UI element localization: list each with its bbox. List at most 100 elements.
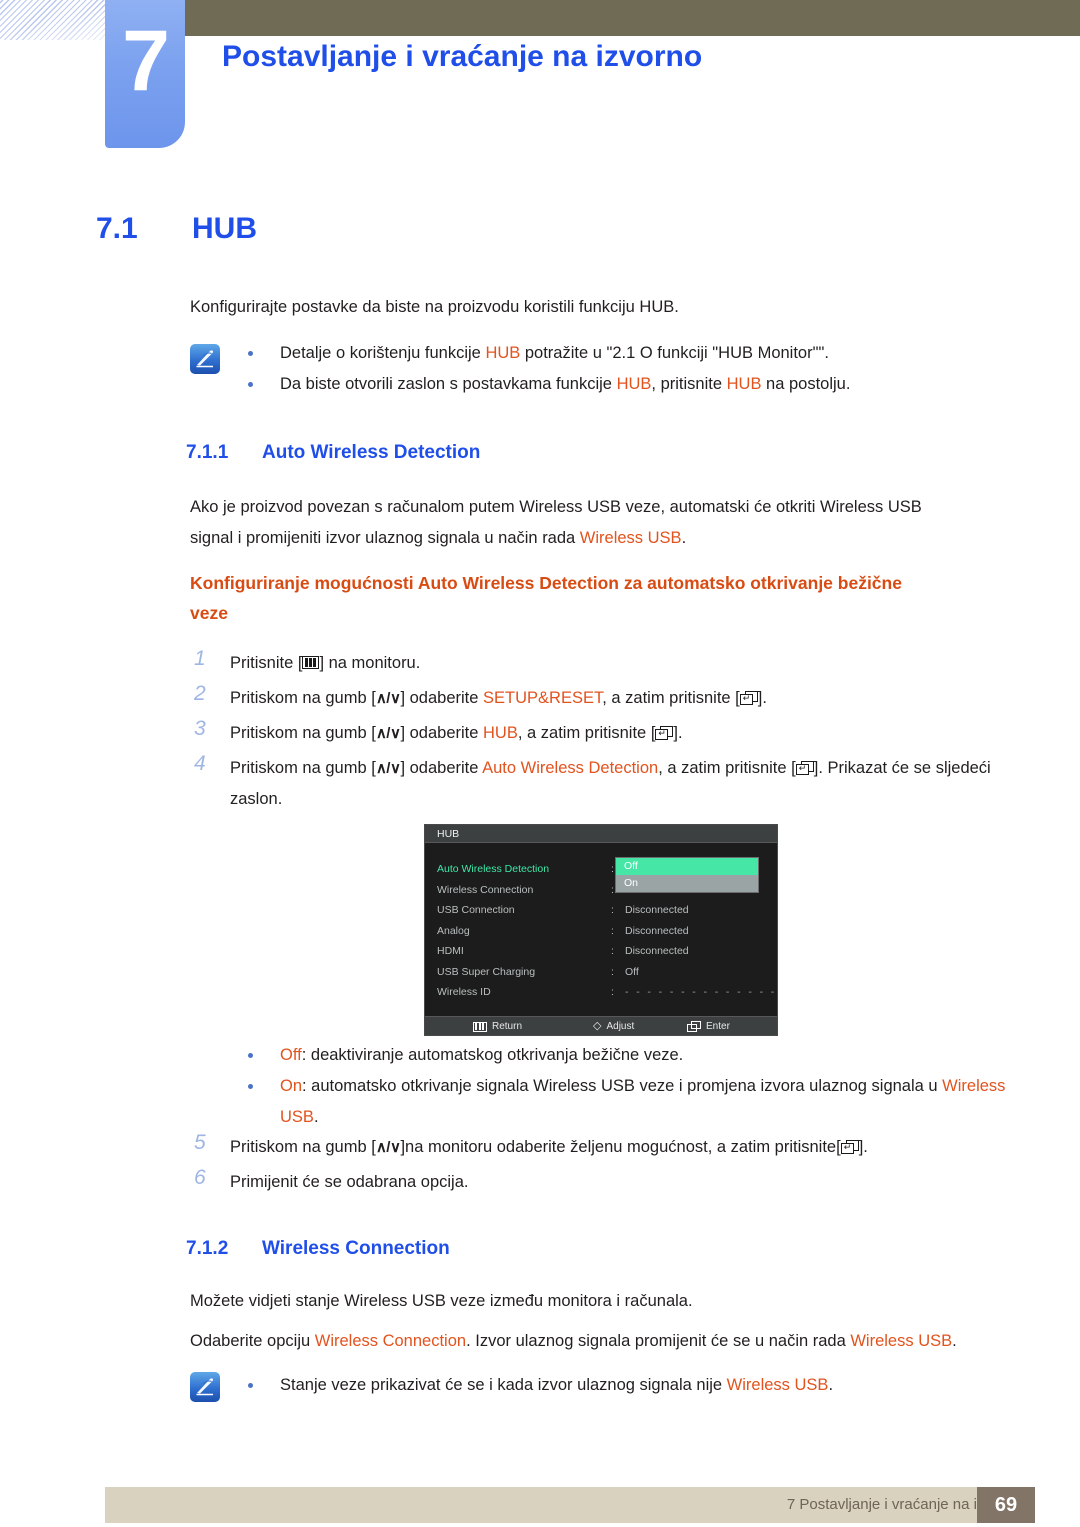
osd-row-colon: : xyxy=(611,883,614,896)
osd-row-colon: : xyxy=(611,986,614,998)
sub2-para-b-hl2: Wireless USB xyxy=(850,1332,953,1350)
bullet-text-highlight: HUB xyxy=(616,375,652,393)
osd-footer-enter-label: Enter xyxy=(706,1021,730,1032)
numbered-steps-5-6: 5 Pritiskom na gumb [∧/∨]na monitoru oda… xyxy=(186,1131,1016,1202)
numbered-steps-1-4: 1 Pritisnite [] na monitoru. 2 Pritiskom… xyxy=(186,647,1016,819)
osd-row[interactable]: Analog : Disconnected xyxy=(425,921,777,942)
sub1-para-line2-post: . xyxy=(681,529,687,547)
list-item: Da biste otvorili zaslon s postavkama fu… xyxy=(240,369,1010,400)
osd-row[interactable]: HDMI : Disconnected xyxy=(425,941,777,962)
step-item: 1 Pritisnite [] na monitoru. xyxy=(186,647,1016,679)
osd-footer-bar: Return ◇ Adjust Enter xyxy=(425,1016,777,1035)
bullet-text-highlight-2: HUB xyxy=(726,375,762,393)
osd-menu-screenshot: HUB Auto Wireless Detection : Wireless C… xyxy=(424,824,778,1036)
step-text: Pritiskom na gumb [∧/∨]na monitoru odabe… xyxy=(230,1138,868,1156)
osd-row-label: Wireless ID xyxy=(437,986,491,998)
sub1-para-line2-pre: signal i promijeniti izvor ulaznog signa… xyxy=(190,529,580,547)
note-pen-icon xyxy=(190,1372,220,1402)
step-number: 6 xyxy=(194,1166,206,1189)
osd-row-label: Wireless Connection xyxy=(437,883,534,896)
step-number: 1 xyxy=(194,647,206,670)
sub2-paragraph-a: Možete vidjeti stanje Wireless USB veze … xyxy=(190,1292,693,1310)
step-text: Primijenit će se odabrana opcija. xyxy=(230,1173,469,1191)
osd-footer-adjust-label: Adjust xyxy=(606,1021,635,1032)
sub2-para-b-pre: Odaberite opciju xyxy=(190,1332,315,1350)
osd-option-popup[interactable]: Off On xyxy=(615,857,759,893)
osd-row[interactable]: USB Super Charging : Off xyxy=(425,962,777,983)
step-text: Pritiskom na gumb [∧/∨] odaberite Auto W… xyxy=(230,759,991,808)
option-on-label: On xyxy=(280,1077,303,1095)
step-text: Pritiskom na gumb [∧/∨] odaberite SETUP&… xyxy=(230,689,767,707)
section-title: HUB xyxy=(192,212,257,245)
orange-subheading-line2: veze xyxy=(190,603,228,623)
sub2-paragraph-b: Odaberite opciju Wireless Connection. Iz… xyxy=(190,1326,1030,1357)
osd-footer-enter[interactable]: Enter xyxy=(687,1017,730,1035)
osd-footer-return[interactable]: Return xyxy=(473,1017,522,1035)
note-bullet-list-2: Stanje veze prikazivat će se i kada izvo… xyxy=(240,1370,1020,1401)
enter-icon: ↵ xyxy=(795,761,814,775)
step-highlight: Auto Wireless Detection xyxy=(482,759,659,777)
step-item: 5 Pritiskom na gumb [∧/∨]na monitoru oda… xyxy=(186,1131,1016,1163)
note-pen-icon xyxy=(190,344,220,374)
sub2-para-b-post: . xyxy=(952,1332,957,1350)
option-bullet-list: Off: deaktiviranje automatskog otkrivanj… xyxy=(240,1040,1010,1133)
osd-body: Auto Wireless Detection : Wireless Conne… xyxy=(425,843,777,1017)
enter-icon: ↵ xyxy=(739,691,758,705)
enter-icon: ↵ xyxy=(655,726,674,740)
osd-row-colon: : xyxy=(611,863,614,875)
subsection-heading-711: 7.1.1 Auto Wireless Detection xyxy=(186,442,480,464)
bullet-text-mid: , pritisnite xyxy=(651,375,727,393)
step-highlight: HUB xyxy=(483,724,518,742)
option-on-desc: : automatsko otkrivanje signala Wireless… xyxy=(302,1077,943,1095)
osd-row-colon: : xyxy=(611,924,614,937)
bullet-text-post: na postolju. xyxy=(761,375,851,393)
osd-row[interactable]: USB Connection : Disconnected xyxy=(425,900,777,921)
step-item: 3 Pritiskom na gumb [∧/∨] odaberite HUB,… xyxy=(186,717,1016,749)
note-bullet-list-1: Detalje o korištenju funkcije HUB potraž… xyxy=(240,338,1010,400)
list-item: Stanje veze prikazivat će se i kada izvo… xyxy=(240,1370,1020,1401)
diamond-icon: ◇ xyxy=(593,1020,602,1032)
option-on-tail: . xyxy=(313,1108,319,1126)
osd-option-on[interactable]: On xyxy=(616,875,758,892)
olive-header-bar xyxy=(185,0,1080,36)
step-number: 2 xyxy=(194,682,206,705)
osd-option-off[interactable]: Off xyxy=(616,858,758,875)
bullet-dot-icon xyxy=(248,382,253,387)
osd-row[interactable]: Wireless ID : - - - - - - - - - - - - - … xyxy=(425,982,777,1003)
osd-footer-adjust[interactable]: ◇ Adjust xyxy=(593,1017,635,1035)
subsection-number: 7.1.2 xyxy=(186,1238,229,1259)
page-number: 69 xyxy=(977,1487,1035,1523)
step-number: 3 xyxy=(194,717,206,740)
subsection-heading-712: 7.1.2 Wireless Connection xyxy=(186,1238,450,1260)
chapter-number: 7 xyxy=(122,13,170,109)
step-item: 6 Primijenit će se odabrana opcija. xyxy=(186,1166,1016,1198)
osd-row-colon: : xyxy=(611,904,614,916)
up-down-icon: ∧/∨ xyxy=(375,760,401,777)
note2-text-pre: Stanje veze prikazivat će se i kada izvo… xyxy=(280,1376,727,1394)
osd-row-label: USB Connection xyxy=(437,904,515,916)
osd-row-label: USB Super Charging xyxy=(437,965,536,978)
osd-row-label: Auto Wireless Detection xyxy=(437,863,550,875)
list-item: On: automatsko otkrivanje signala Wirele… xyxy=(240,1071,1010,1133)
bullet-dot-icon xyxy=(248,351,253,356)
section-intro-paragraph: Konfigurirajte postavke da biste na proi… xyxy=(190,298,679,316)
bullet-text-post: potražite u "2.1 O funkciji "HUB Monitor… xyxy=(520,344,829,362)
menu-icon xyxy=(473,1021,487,1032)
sub1-para-line2-highlight: Wireless USB xyxy=(579,529,682,547)
osd-row-label: HDMI xyxy=(437,945,464,957)
sub1-para-line1: Ako je proizvod povezan s računalom pute… xyxy=(190,498,922,516)
osd-row-value: Off xyxy=(625,965,639,978)
bullet-dot-icon xyxy=(248,1383,253,1388)
subsection-title: Auto Wireless Detection xyxy=(262,442,481,463)
option-off-desc: : deaktiviranje automatskog otkrivanja b… xyxy=(301,1046,684,1064)
bullet-dot-icon xyxy=(248,1084,253,1089)
chapter-title: Postavljanje i vraćanje na izvorno xyxy=(222,40,703,73)
list-item: Off: deaktiviranje automatskog otkrivanj… xyxy=(240,1040,1010,1071)
osd-row-colon: : xyxy=(611,965,614,978)
step-highlight: SETUP&RESET xyxy=(483,689,603,707)
bullet-text-pre: Detalje o korištenju funkcije xyxy=(280,344,486,362)
note2-text-highlight: Wireless USB xyxy=(726,1376,829,1394)
orange-subheading-line1: Konfiguriranje mogućnosti Auto Wireless … xyxy=(190,573,902,593)
osd-title: HUB xyxy=(425,825,777,843)
subsection-title: Wireless Connection xyxy=(262,1238,450,1259)
